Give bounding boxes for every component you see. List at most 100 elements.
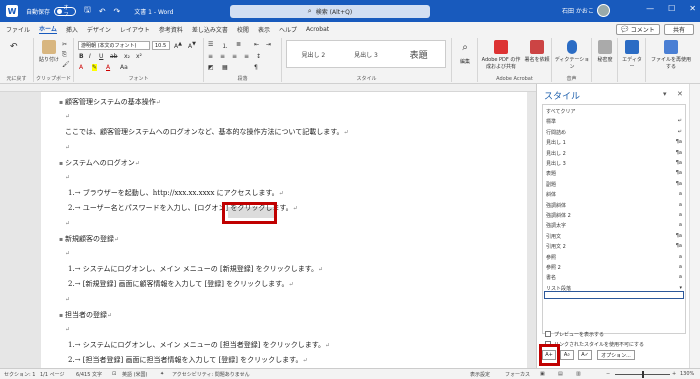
text-predictions-icon[interactable]: ✦	[160, 371, 164, 377]
borders-icon[interactable]: ▦	[222, 64, 228, 71]
tab-3[interactable]: デザイン	[87, 25, 111, 34]
increase-indent-icon[interactable]: ⇥	[266, 41, 271, 48]
style-item[interactable]: 強調斜体	[546, 202, 566, 209]
align-center-icon[interactable]: ≡	[220, 53, 225, 60]
align-right-icon[interactable]: ≡	[232, 53, 237, 60]
zoom-out-icon[interactable]: −	[606, 371, 610, 377]
pane-options-icon[interactable]: ▾	[663, 90, 667, 98]
zoom-slider-thumb[interactable]	[642, 371, 644, 378]
document-page[interactable]: ▪ 顧客管理システムの基本操作↵ ↵ ここでは、顧客管理システムへのログオンなど、基…	[41, 92, 527, 368]
empty-paragraph[interactable]: ↵	[65, 112, 70, 120]
vertical-scrollbar[interactable]	[689, 84, 700, 368]
decrease-indent-icon[interactable]: ⇤	[254, 41, 259, 48]
request-signature-button[interactable]: 署名を依頼	[524, 40, 550, 63]
font-size-select[interactable]: 10.5	[152, 41, 170, 50]
multilevel-list-icon[interactable]: ≣	[236, 41, 241, 48]
section-indicator[interactable]: セクション: 1	[4, 371, 35, 378]
bullets-icon[interactable]: ☰	[208, 41, 213, 48]
style-item[interactable]: 見出し 2	[546, 150, 566, 157]
style-item[interactable]: すべてクリア	[546, 108, 575, 115]
redo-icon[interactable]: ↷	[114, 7, 121, 16]
style-item[interactable]: 書名	[546, 274, 556, 281]
list-item[interactable]: 2.→ [担当者登録] 画面に担当者情報を入力して [登録] をクリックします。…	[68, 355, 308, 365]
heading-paragraph[interactable]: ▪ システムへのログオン↵	[59, 158, 140, 168]
text-effects-icon[interactable]: A	[79, 64, 83, 71]
preview-checkbox[interactable]	[545, 331, 551, 337]
search-input[interactable]: ⌕ 検索 (Alt+Q)	[230, 5, 430, 18]
tab-8[interactable]: 表示	[258, 25, 270, 34]
highlight-icon[interactable]: ✎	[92, 64, 98, 71]
empty-paragraph[interactable]: ↵	[65, 173, 70, 181]
read-mode-icon[interactable]: ▣	[540, 371, 545, 377]
options-button[interactable]: オプション...	[597, 350, 635, 360]
tab-2[interactable]: 挿入	[66, 25, 78, 34]
page-indicator[interactable]: 1/1 ページ	[40, 371, 65, 378]
focus-mode[interactable]: フォーカス	[505, 371, 530, 378]
italic-icon[interactable]: I	[89, 53, 91, 60]
heading-paragraph[interactable]: ▪ 顧客管理システムの基本操作↵	[59, 97, 161, 107]
empty-paragraph[interactable]: ↵	[65, 143, 70, 151]
change-case-icon[interactable]: Aa	[120, 64, 128, 71]
style-item[interactable]: 見出し 1	[546, 139, 566, 146]
user-name[interactable]: 石田 かおこ	[562, 6, 594, 15]
heading-paragraph[interactable]: ▪ 新規顧客の登録↵	[59, 234, 119, 244]
style-item[interactable]: 標準	[546, 118, 556, 125]
grow-font-icon[interactable]: A▲	[174, 41, 182, 50]
word-count[interactable]: 6/415 文字	[76, 371, 102, 378]
heading-paragraph[interactable]: ▪ 担当者の登録↵	[59, 310, 112, 320]
style-item[interactable]: 行間詰め	[546, 129, 566, 136]
list-item[interactable]: 1.→ ブラウザーを起動し、http://xxx.xx.xxxx にアクセスしま…	[68, 188, 284, 198]
subscript-icon[interactable]: x₂	[124, 53, 130, 60]
style-title[interactable]: 表題	[392, 41, 445, 67]
zoom-level[interactable]: 130%	[680, 371, 694, 377]
maximize-button[interactable]: ☐	[668, 4, 675, 13]
dictate-button[interactable]: ディクテーション	[554, 40, 590, 70]
font-color-icon[interactable]: A	[106, 64, 110, 71]
font-name-select[interactable]: 游明朝 (本文のフォント)	[78, 41, 150, 50]
comment-button[interactable]: 💬 コメント	[616, 24, 660, 35]
format-painter-icon[interactable]: 🖌	[62, 61, 70, 68]
underline-icon[interactable]: U	[99, 53, 103, 60]
style-item[interactable]: 強調斜体 2	[546, 212, 571, 219]
horizontal-ruler[interactable]	[0, 84, 536, 92]
save-icon[interactable]: 🖫	[84, 4, 91, 18]
style-heading3[interactable]: 見出し 3	[340, 41, 393, 67]
numbering-icon[interactable]: ⒈	[222, 41, 228, 50]
style-item[interactable]: 副題	[546, 181, 556, 188]
style-item[interactable]: 参照	[546, 254, 556, 261]
print-layout-icon[interactable]: ▤	[558, 371, 563, 377]
sensitivity-button[interactable]: 秘密度	[594, 40, 616, 63]
paste-button[interactable]: 貼り付け	[38, 40, 60, 63]
empty-paragraph[interactable]: ↵	[65, 219, 70, 227]
bold-icon[interactable]: B	[79, 53, 84, 60]
style-heading2[interactable]: 見出し 2	[287, 41, 340, 67]
editor-button[interactable]: エディター	[620, 40, 644, 70]
style-item[interactable]: リスト段落	[546, 285, 571, 292]
language-indicator[interactable]: 英語 (米国)	[122, 371, 148, 378]
align-left-icon[interactable]: ≡	[208, 53, 213, 60]
style-inspector-button[interactable]: A⌕	[560, 350, 574, 360]
tab-6[interactable]: 差し込み文書	[192, 25, 228, 34]
justify-icon[interactable]: ≡	[244, 53, 249, 60]
style-item[interactable]: 参照 2	[546, 264, 561, 271]
style-item[interactable]: 見出し 3	[546, 160, 566, 167]
tab-5[interactable]: 参考資料	[159, 25, 183, 34]
list-item[interactable]: 2.→ [新規登録] 画面に顧客情報を入力して [登録] をクリックします。↵	[68, 279, 294, 289]
superscript-icon[interactable]: x²	[136, 53, 142, 60]
editing-button[interactable]: ⌕ 編集	[455, 42, 475, 65]
pane-close-icon[interactable]: ✕	[677, 90, 683, 98]
minimize-button[interactable]: —	[646, 4, 654, 13]
line-spacing-icon[interactable]: ↕	[256, 53, 261, 60]
tab-4[interactable]: レイアウト	[120, 25, 150, 34]
accessibility-status[interactable]: アクセシビリティ: 問題ありません	[172, 371, 250, 378]
autosave-toggle[interactable]: オフ	[54, 5, 77, 18]
avatar[interactable]	[597, 4, 610, 17]
list-item[interactable]: 1.→ システムにログオンし、メイン メニューの [担当者登録] をクリックしま…	[68, 340, 330, 350]
empty-paragraph[interactable]: ↵	[65, 249, 70, 257]
style-item[interactable]: 強調太字	[546, 222, 566, 229]
tab-7[interactable]: 校閲	[237, 25, 249, 34]
style-item[interactable]: 表題	[546, 170, 556, 177]
shrink-font-icon[interactable]: A▼	[188, 41, 196, 50]
tab-10[interactable]: Acrobat	[306, 26, 329, 33]
reuse-files-button[interactable]: ファイルを再使用する	[650, 40, 692, 70]
